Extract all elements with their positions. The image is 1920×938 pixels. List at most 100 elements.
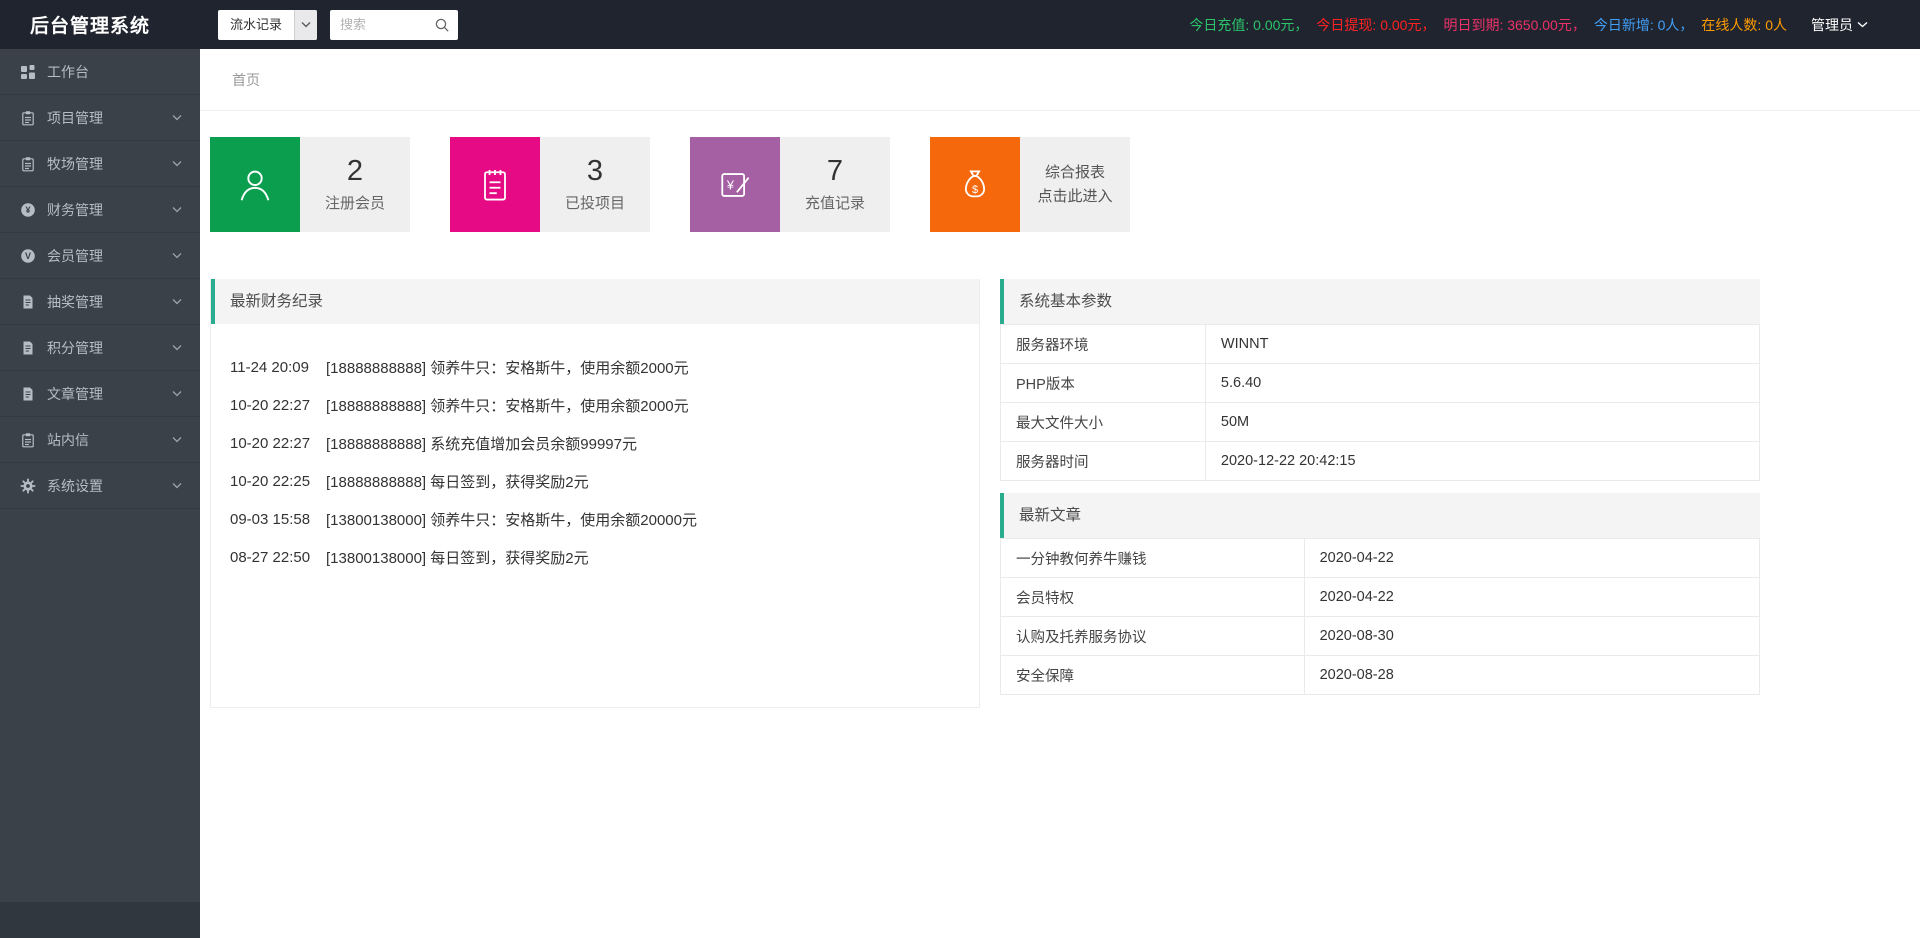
article-title[interactable]: 会员特权 [1001, 578, 1305, 617]
finance-record-row: 08-27 22:50 [13800138000] 每日签到，获得奖励2元 [230, 538, 969, 576]
param-value: 2020-12-22 20:42:15 [1205, 442, 1759, 481]
sidebar-item-label: 项目管理 [47, 108, 172, 128]
finance-records-list: 11-24 20:09 [18888888888] 领养牛只：安格斯牛，使用余额… [211, 324, 979, 707]
param-label: 服务器环境 [1001, 325, 1206, 364]
stat-card-recharges[interactable]: ¥ 7 充值记录 [690, 137, 890, 232]
topbar-stats: 今日充值: 0.00元， 今日提现: 0.00元， 明日到期: 3650.00元… [1189, 15, 1787, 35]
stat-card-projects[interactable]: 3 已投项目 [450, 137, 650, 232]
svg-text:V: V [25, 251, 31, 261]
chevron-down-icon [294, 10, 317, 40]
sidebar-item-points[interactable]: 积分管理 [0, 325, 200, 371]
search-type-value: 流水记录 [218, 10, 294, 40]
chevron-down-icon [172, 482, 182, 489]
latest-articles-panel: 最新文章 一分钟教何养牛赚钱 2020-04-22 会员特权 [1000, 493, 1760, 695]
param-row: 服务器环境 WINNT [1001, 325, 1760, 364]
sidebar-item-articles[interactable]: 文章管理 [0, 371, 200, 417]
v-circle-icon: V [20, 248, 36, 264]
articles-table: 一分钟教何养牛赚钱 2020-04-22 会员特权 2020-04-22 认购及… [1000, 538, 1760, 695]
sidebar-item-workbench[interactable]: 工作台 [0, 49, 200, 95]
search-icon[interactable] [434, 17, 450, 33]
chevron-down-icon [172, 390, 182, 397]
breadcrumb-home[interactable]: 首页 [232, 72, 260, 88]
sidebar-item-label: 工作台 [47, 62, 182, 82]
chevron-down-icon [172, 206, 182, 213]
panel-title: 系统基本参数 [1000, 279, 1760, 324]
topbar: 后台管理系统 流水记录 今日充值: 0.00元， 今日提现: 0.00元， 明日… [0, 0, 1920, 49]
sidebar-item-projects[interactable]: 项目管理 [0, 95, 200, 141]
stat-withdraw-today: 今日提现: 0.00元， [1316, 15, 1435, 35]
stat-card-report[interactable]: $ 综合报表 点击此进入 [930, 137, 1130, 232]
record-time: 10-20 22:25 [230, 473, 326, 490]
chevron-down-icon [172, 114, 182, 121]
record-text: [18888888888] 领养牛只：安格斯牛，使用余额2000元 [326, 395, 689, 416]
report-card-title: 综合报表 [1045, 161, 1105, 185]
record-time: 08-27 22:50 [230, 549, 326, 566]
stat-card-body: 7 充值记录 [780, 137, 890, 232]
article-row: 一分钟教何养牛赚钱 2020-04-22 [1001, 539, 1760, 578]
stat-card-label: 注册会员 [325, 192, 385, 213]
stat-new-today: 今日新增: 0人， [1594, 15, 1694, 35]
article-row: 认购及托养服务协议 2020-08-30 [1001, 617, 1760, 656]
param-label: 服务器时间 [1001, 442, 1206, 481]
finance-record-row: 09-03 15:58 [13800138000] 领养牛只：安格斯牛，使用余额… [230, 500, 969, 538]
stat-recharge-today: 今日充值: 0.00元， [1189, 15, 1308, 35]
sidebar-item-pasture[interactable]: 牧场管理 [0, 141, 200, 187]
sidebar-item-label: 站内信 [47, 430, 172, 450]
param-value: WINNT [1205, 325, 1759, 364]
breadcrumb: 首页 [200, 49, 1920, 111]
param-row: 最大文件大小 50M [1001, 403, 1760, 442]
finance-record-row: 10-20 22:25 [18888888888] 每日签到，获得奖励2元 [230, 462, 969, 500]
sidebar-item-settings[interactable]: 系统设置 [0, 463, 200, 509]
article-row: 安全保障 2020-08-28 [1001, 656, 1760, 695]
article-title[interactable]: 一分钟教何养牛赚钱 [1001, 539, 1305, 578]
sidebar-item-label: 积分管理 [47, 338, 172, 358]
record-time: 10-20 22:27 [230, 397, 326, 414]
param-label: 最大文件大小 [1001, 403, 1206, 442]
article-title[interactable]: 安全保障 [1001, 656, 1305, 695]
admin-menu[interactable]: 管理员 [1811, 15, 1868, 35]
record-text: [18888888888] 系统充值增加会员余额99997元 [326, 433, 637, 454]
sidebar-item-label: 系统设置 [47, 476, 172, 496]
article-date: 2020-08-30 [1304, 617, 1759, 656]
stat-card-body: 综合报表 点击此进入 [1020, 137, 1130, 232]
report-card-subtitle: 点击此进入 [1037, 185, 1112, 209]
sidebar-item-finance[interactable]: ¥ 财务管理 [0, 187, 200, 233]
sidebar-spacer [0, 509, 200, 902]
sidebar-item-messages[interactable]: 站内信 [0, 417, 200, 463]
sidebar-item-label: 抽奖管理 [47, 292, 172, 312]
sidebar-item-label: 文章管理 [47, 384, 172, 404]
clipboard-icon [20, 156, 36, 172]
article-date: 2020-08-28 [1304, 656, 1759, 695]
clipboard-icon [20, 432, 36, 448]
search-type-select[interactable]: 流水记录 [218, 10, 317, 40]
main-content: 首页 2 注册会员 [200, 49, 1920, 938]
param-label: PHP版本 [1001, 364, 1206, 403]
svg-text:¥: ¥ [726, 177, 735, 192]
stat-card-label: 已投项目 [565, 192, 625, 213]
stat-card-members[interactable]: 2 注册会员 [210, 137, 410, 232]
gear-icon [20, 478, 36, 494]
stat-card-value: 3 [587, 156, 603, 188]
article-title[interactable]: 认购及托养服务协议 [1001, 617, 1305, 656]
clipboard-list-icon [450, 137, 540, 232]
param-value: 50M [1205, 403, 1759, 442]
sidebar-item-label: 财务管理 [47, 200, 172, 220]
system-params-table: 服务器环境 WINNT PHP版本 5.6.40 最大文件大小 [1000, 324, 1760, 481]
clipboard-icon [20, 110, 36, 126]
yen-edit-icon: ¥ [690, 137, 780, 232]
stat-online-users: 在线人数: 0人 [1701, 15, 1787, 35]
sidebar-item-lottery[interactable]: 抽奖管理 [0, 279, 200, 325]
svg-text:¥: ¥ [25, 205, 30, 215]
sidebar-item-members[interactable]: V 会员管理 [0, 233, 200, 279]
document-icon [20, 386, 36, 402]
search-box [330, 10, 458, 40]
finance-record-row: 10-20 22:27 [18888888888] 领养牛只：安格斯牛，使用余额… [230, 386, 969, 424]
article-date: 2020-04-22 [1304, 539, 1759, 578]
chevron-down-icon [172, 344, 182, 351]
chevron-down-icon [172, 436, 182, 443]
svg-text:$: $ [972, 184, 978, 196]
document-icon [20, 340, 36, 356]
chevron-down-icon [172, 160, 182, 167]
panel-title: 最新财务纪录 [211, 279, 979, 324]
stat-card-label: 充值记录 [805, 192, 865, 213]
